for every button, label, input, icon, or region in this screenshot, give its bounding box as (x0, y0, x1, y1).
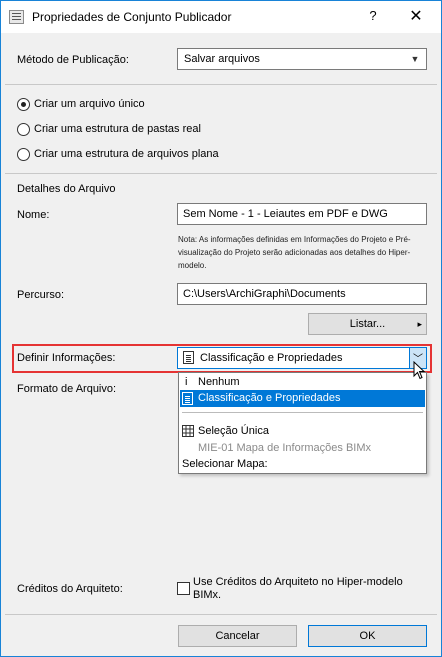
path-label: Percurso: (17, 289, 65, 301)
architect-credits-checkbox[interactable] (177, 582, 190, 595)
file-format-label: Formato de Arquivo: (17, 383, 117, 395)
window-title: Propriedades de Conjunto Publicador (32, 10, 232, 24)
triangle-right-icon: ▸ (417, 319, 422, 329)
radio-single-file-label[interactable]: Criar um arquivo único (34, 98, 145, 110)
dropdown-item-label: Classificação e Propriedades (198, 392, 341, 404)
dropdown-item-label: Nenhum (198, 376, 240, 388)
file-details-heading: Detalhes do Arquivo (17, 183, 116, 195)
name-value: Sem Nome - 1 - Leiautes em PDF e DWG (183, 208, 388, 220)
document-icon (182, 392, 193, 405)
title-bar: Propriedades de Conjunto Publicador ? ✕ (1, 1, 441, 33)
dropdown-item-label: MIE-01 Mapa de Informações BIMx (198, 442, 372, 454)
document-icon (183, 351, 194, 364)
publish-method-value: Salvar arquivos (184, 53, 260, 65)
dropdown-item-single-selection[interactable]: Seleção Única (180, 423, 425, 440)
dropdown-divider (182, 412, 423, 413)
define-info-dropdown: i Nenhum Classificação e Propriedades Se… (178, 372, 427, 474)
file-details-note: Nota: As informações definidas em Inform… (178, 235, 411, 270)
radio-real-folders[interactable] (17, 123, 30, 136)
dropdown-item-none[interactable]: i Nenhum (180, 374, 425, 391)
radio-real-folders-label[interactable]: Criar uma estrutura de pastas real (34, 123, 201, 135)
radio-flat-structure-label[interactable]: Criar uma estrutura de arquivos plana (34, 148, 219, 160)
divider (5, 173, 437, 174)
app-icon (9, 10, 24, 24)
dropdown-item-label: Selecionar Mapa: (182, 458, 268, 470)
architect-credits-text-1[interactable]: Use Créditos do Arquiteto no Hiper-model… (193, 576, 403, 588)
dropdown-item-mie01: MIE-01 Mapa de Informações BIMx (180, 440, 425, 457)
grid-icon (182, 425, 194, 440)
architect-credits-text-2[interactable]: BIMx. (193, 589, 221, 601)
radio-flat-structure[interactable] (17, 148, 30, 161)
chevron-down-icon: ▼ (410, 54, 420, 64)
info-icon: i (185, 376, 188, 388)
path-value: C:\Users\ArchiGraphi\Documents (183, 288, 346, 300)
dropdown-item-select-map[interactable]: Selecionar Mapa: (180, 456, 425, 473)
dialog-window: Propriedades de Conjunto Publicador ? ✕ … (0, 0, 442, 657)
define-info-label: Definir Informações: (17, 352, 116, 364)
help-button[interactable]: ? (363, 8, 383, 26)
radio-single-file[interactable] (17, 98, 30, 111)
divider (5, 614, 437, 615)
name-field[interactable]: Sem Nome - 1 - Leiautes em PDF e DWG (177, 203, 427, 225)
dropdown-item-label: Seleção Única (198, 425, 269, 437)
mouse-cursor-icon (413, 360, 426, 383)
close-button[interactable]: ✕ (406, 7, 426, 27)
ok-button[interactable]: OK (308, 625, 427, 647)
divider (5, 84, 437, 85)
name-label: Nome: (17, 209, 50, 221)
publish-method-select[interactable]: Salvar arquivos ▼ (177, 48, 427, 70)
dropdown-item-classification[interactable]: Classificação e Propriedades (180, 390, 425, 407)
path-field[interactable]: C:\Users\ArchiGraphi\Documents (177, 283, 427, 305)
cancel-button[interactable]: Cancelar (178, 625, 297, 647)
browse-button[interactable]: Listar... ▸ (308, 313, 427, 335)
publish-method-label: Método de Publicação: (17, 54, 129, 66)
define-info-value: Classificação e Propriedades (200, 352, 343, 364)
define-info-select[interactable]: Classificação e Propriedades ﹀ (177, 347, 427, 369)
architect-credits-label: Créditos do Arquiteto: (17, 583, 123, 595)
browse-button-label: Listar... (349, 318, 386, 330)
